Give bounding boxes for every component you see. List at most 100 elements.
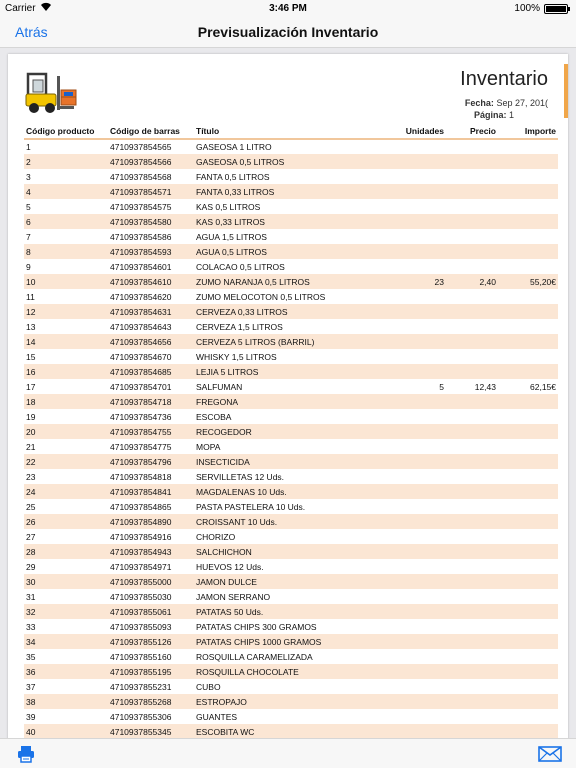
cell-amount [498, 679, 558, 694]
document-title: Inventario [460, 68, 548, 90]
cell-price [446, 349, 498, 364]
cell-title: ESCOBA [196, 411, 232, 422]
table-row: 6 4710937854580 KAS 0,33 LITROS [24, 214, 558, 229]
cell-units [384, 184, 446, 199]
table-row: 12 4710937854631 CERVEZA 0,33 LITROS [24, 304, 558, 319]
cell-title: ESTROPAJO [194, 694, 384, 709]
date-label: Fecha: [464, 98, 494, 108]
cell-product-code: 7 [26, 231, 31, 242]
cell-barcode: 4710937854565 [110, 142, 172, 152]
cell-product-code: 31 [26, 591, 36, 602]
cell-price [446, 169, 498, 184]
cell-price [446, 664, 498, 679]
table-row: 37 4710937855231 CUBO [24, 679, 558, 694]
cell-product-code: 17 [26, 381, 36, 392]
cell-barcode: 4710937855231 [110, 681, 172, 692]
cell-barcode: 4710937855345 [108, 724, 194, 738]
column-header-price: Precio [446, 124, 498, 140]
cell-barcode: 4710937855306 [110, 711, 172, 722]
cell-amount [498, 619, 558, 634]
cell-units [384, 454, 446, 469]
cell-price [446, 184, 498, 199]
cell-price [446, 439, 498, 454]
cell-product-code: 20 [24, 424, 108, 439]
cell-barcode: 4710937854718 [108, 394, 194, 409]
cell-product-code: 28 [24, 544, 108, 559]
table-row: 21 4710937854775 MOPA [24, 439, 558, 454]
inventory-table: Código producto Código de barras Título … [24, 124, 558, 738]
cell-product-code: 5 [26, 201, 31, 212]
cell-barcode: 4710937854643 [110, 321, 172, 332]
cell-amount [498, 454, 558, 469]
preview-area[interactable]: Inventario Fecha: Sep 27, 201( Página: 1 [0, 48, 576, 738]
cell-barcode: 4710937855268 [108, 694, 194, 709]
cell-units [384, 394, 446, 409]
cell-amount [498, 499, 558, 514]
cell-price [446, 259, 498, 274]
cell-amount [498, 469, 558, 484]
table-row: 7 4710937854586 AGUA 1,5 LITROS [24, 229, 558, 244]
cell-product-code: 10 [24, 274, 108, 289]
cell-title: SALCHICHON [194, 544, 384, 559]
cell-price [446, 469, 498, 484]
page-value: 1 [508, 110, 514, 120]
cell-barcode: 4710937854568 [110, 171, 172, 182]
cell-barcode: 4710937855093 [110, 621, 172, 632]
cell-title: CROISSANT 10 Uds. [194, 514, 384, 529]
back-button[interactable]: Atrás [15, 24, 48, 40]
printer-icon[interactable] [16, 744, 36, 764]
cell-barcode: 4710937854943 [108, 544, 194, 559]
cell-title: HUEVOS 12 Uds. [196, 561, 264, 572]
column-header-barcode: Código de barras [108, 124, 194, 140]
cell-barcode: 4710937854631 [108, 304, 194, 319]
cell-price [446, 574, 498, 589]
cell-price [446, 319, 498, 334]
table-row: 28 4710937854943 SALCHICHON [24, 544, 558, 559]
cell-title: FANTA 0,5 LITROS [196, 171, 270, 182]
cell-units [384, 469, 446, 484]
cell-product-code: 40 [24, 724, 108, 738]
cell-units [384, 424, 446, 439]
cell-product-code: 4 [24, 184, 108, 199]
cell-barcode: 4710937854755 [108, 424, 194, 439]
cell-product-code: 22 [24, 454, 108, 469]
cell-amount [498, 334, 558, 349]
cell-price [446, 409, 498, 424]
cell-barcode: 4710937854586 [110, 231, 172, 242]
cell-amount [498, 694, 558, 709]
cell-product-code: 14 [24, 334, 108, 349]
cell-amount [498, 604, 558, 619]
cell-barcode: 4710937854890 [108, 514, 194, 529]
cell-barcode: 4710937854916 [110, 531, 172, 542]
cell-price [446, 529, 498, 544]
cell-product-code: 9 [26, 261, 31, 272]
cell-amount [498, 484, 558, 499]
cell-product-code: 3 [26, 171, 31, 182]
cell-barcode: 4710937855030 [110, 591, 172, 602]
page-row: Página: 1 [474, 110, 514, 120]
cell-title: PASTA PASTELERA 10 Uds. [196, 501, 306, 512]
cell-amount [498, 169, 558, 184]
cell-amount [498, 664, 558, 679]
cell-title: FANTA 0,33 LITROS [194, 184, 384, 199]
cell-price [446, 724, 498, 738]
cell-title: JAMON DULCE [194, 574, 384, 589]
cell-amount [498, 439, 558, 454]
cell-title: AGUA 1,5 LITROS [196, 231, 267, 242]
cell-amount: 62,15€ [530, 381, 556, 392]
envelope-icon[interactable] [538, 746, 562, 762]
cell-product-code: 30 [24, 574, 108, 589]
table-row: 15 4710937854670 WHISKY 1,5 LITROS [24, 349, 558, 364]
cell-title: LEJIA 5 LITROS [194, 364, 384, 379]
table-row: 33 4710937855093 PATATAS CHIPS 300 GRAMOS [24, 619, 558, 634]
cell-product-code: 12 [24, 304, 108, 319]
cell-amount [498, 259, 558, 274]
cell-amount [498, 214, 558, 229]
cell-units [384, 484, 446, 499]
cell-price [446, 649, 498, 664]
cell-product-code: 11 [26, 291, 35, 302]
table-row: 8 4710937854593 AGUA 0,5 LITROS [24, 244, 558, 259]
cell-barcode: 4710937854841 [108, 484, 194, 499]
cell-units [384, 214, 446, 229]
cell-barcode: 4710937854685 [108, 364, 194, 379]
